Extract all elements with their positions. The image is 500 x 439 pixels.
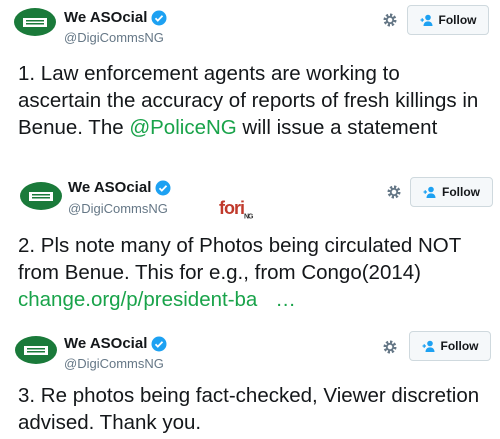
add-user-icon [420,14,432,26]
gear-icon[interactable] [381,11,399,29]
avatar[interactable] [15,336,57,364]
tweet-text: 3. Re photos being fact-checked, Viewer … [18,384,480,434]
follow-button[interactable]: Follow [409,331,491,361]
tweet-text: 2. Pls note many of Photos being circula… [18,234,461,311]
tweet-2: We ASOcial @DigiCommsNG Follow 2. Pls no… [0,170,500,320]
tweet-text: 1. Law enforcement agents are working to… [18,62,479,139]
verified-badge-icon [151,336,167,351]
tweet-3: We ASOcial @DigiCommsNG Follow 3. Re pho… [0,320,500,439]
tweet-1: We ASOcial @DigiCommsNG Follow 1. Law en… [0,0,500,170]
follow-button[interactable]: Follow [410,177,493,207]
truncation-ellipsis: … [275,288,296,311]
display-name[interactable]: We ASOcial [68,179,171,196]
add-user-icon [423,186,436,198]
avatar[interactable] [20,182,62,210]
verified-badge-icon [151,10,167,25]
display-name[interactable]: We ASOcial [64,335,167,352]
mention-link[interactable]: @PoliceNG [129,116,236,139]
avatar[interactable] [14,8,56,36]
add-user-icon [422,340,434,352]
user-handle[interactable]: @DigiCommsNG [68,201,168,216]
watermark-logo: foriNG [219,198,253,221]
gear-icon[interactable] [385,183,403,201]
user-handle[interactable]: @DigiCommsNG [64,356,164,371]
user-handle[interactable]: @DigiCommsNG [64,30,164,45]
gear-icon[interactable] [381,338,399,356]
url-link[interactable]: change.org/p/president-ba [18,288,257,311]
follow-button[interactable]: Follow [407,5,489,35]
verified-badge-icon [155,180,171,195]
display-name[interactable]: We ASOcial [64,9,167,26]
